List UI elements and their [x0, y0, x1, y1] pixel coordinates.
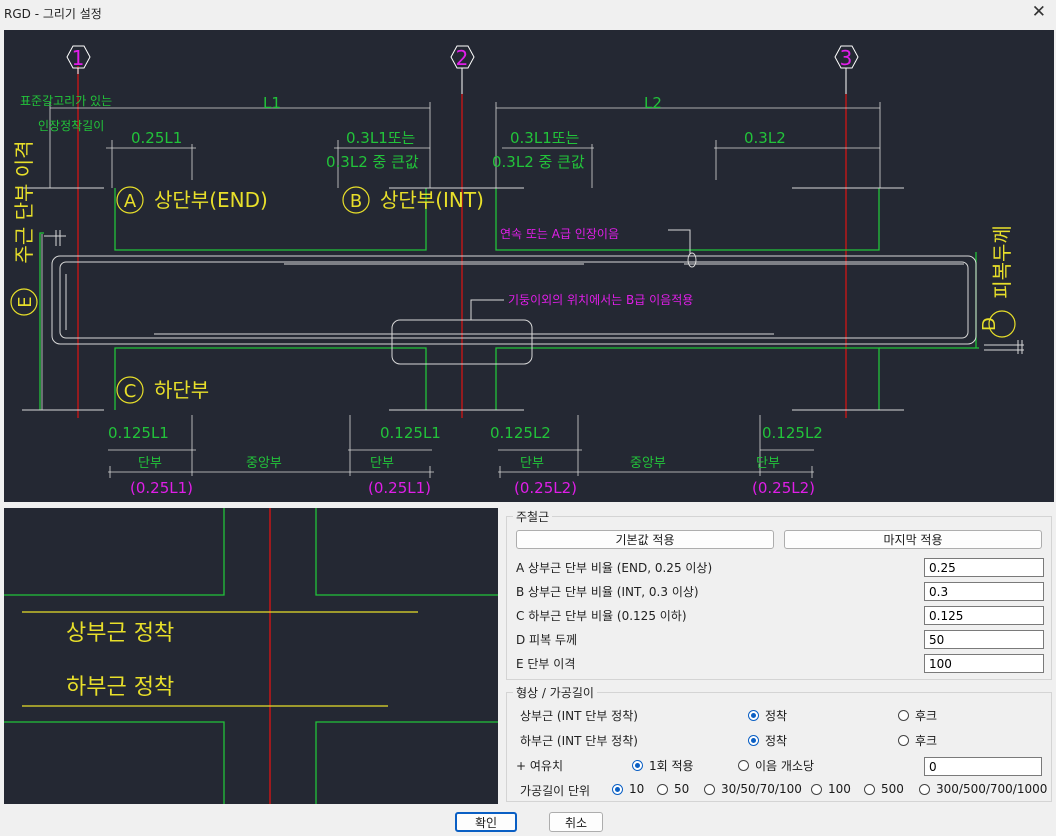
radio-selected-icon	[748, 710, 759, 721]
apply-default-button[interactable]: 기본값 적용	[516, 530, 774, 549]
radio-empty-icon	[657, 783, 668, 795]
radio-empty-icon	[704, 783, 715, 795]
top-anchor-label: 상부근 정착	[66, 621, 174, 646]
note-hook-1: 표준갈고리가 있는	[20, 94, 112, 108]
paren-dim-2: (0.25L1)	[368, 479, 431, 497]
radio-empty-icon	[738, 760, 749, 771]
offset-e-label: E 단부 이격	[516, 657, 576, 671]
label-e-letter: E	[15, 296, 36, 307]
top-bar-hook-radio[interactable]: 후크	[898, 707, 937, 724]
ratio-c-label: C 하부근 단부 비율 (0.125 이하)	[516, 609, 687, 623]
main-bar-legend: 주철근	[516, 510, 550, 524]
dim-bottom-1: 0.125L1	[108, 424, 169, 442]
label-c-letter: C	[124, 381, 137, 402]
radio-empty-icon	[811, 783, 822, 795]
dim-b2-line2: 0.3L2 중 큰값	[492, 153, 585, 171]
bottom-bar-anchor-radio[interactable]: 정착	[748, 732, 787, 749]
label-e: 주근 단부 이격	[12, 140, 36, 263]
settings-panel: 주철근 기본값 적용 마지막 적용 A 상부근 단부 비율 (END, 0.25…	[506, 508, 1052, 802]
note-hook-2: 인장정착길이	[38, 119, 104, 133]
radio-selected-icon	[632, 760, 643, 771]
shape-legend: 형상 / 가공길이	[516, 686, 594, 700]
allowance-once-radio[interactable]: 1회 적용	[632, 757, 694, 774]
radio-selected-icon	[612, 783, 623, 795]
radio-selected-icon	[748, 735, 759, 746]
radio-empty-icon	[919, 783, 930, 795]
allowance-label: + 여유치	[516, 759, 563, 773]
label-a: 상단부(END)	[154, 188, 268, 212]
bottom-anchor-label: 하부근 정착	[66, 675, 174, 700]
zone-end-2: 단부	[370, 456, 394, 471]
ratio-b-label: B 상부근 단부 비율 (INT, 0.3 이상)	[516, 585, 699, 599]
unit-500-radio[interactable]: 500	[864, 782, 904, 796]
top-bar-anchor-radio[interactable]: 정착	[748, 707, 787, 724]
ratio-c-input[interactable]	[924, 606, 1044, 625]
beam-diagram: 1 2 3 표준갈고리가 있는 인장정착길이 L1 L2 0.25L1 0.3L…	[4, 30, 1054, 502]
splice-note-2: 기둥이외의 위치에서는 B급 이음적용	[508, 293, 693, 307]
zone-center-2: 중앙부	[630, 456, 666, 471]
zone-end-1: 단부	[138, 456, 162, 471]
ratio-a-input[interactable]	[924, 558, 1044, 577]
close-icon[interactable]: ✕	[1032, 2, 1046, 22]
unit-30-50-70-100-radio[interactable]: 30/50/70/100	[704, 782, 802, 796]
splice-marker	[687, 252, 697, 268]
unit-50-radio[interactable]: 50	[657, 782, 689, 796]
dim-b1-line2: 0.3L2 중 큰값	[326, 153, 419, 171]
span-label-1: L1	[263, 94, 281, 112]
anchorage-diagram: 상부근 정착 하부근 정착	[4, 508, 498, 804]
window-title: RGD - 그리기 설정	[4, 7, 102, 21]
bottom-bar-hook-radio[interactable]: 후크	[898, 732, 937, 749]
grid-label-1: 1	[72, 46, 85, 70]
splice-note-1: 연속 또는 A급 인장이음	[500, 227, 619, 241]
unit-10-radio[interactable]: 10	[612, 782, 644, 796]
dim-bottom-2: 0.125L1	[380, 424, 441, 442]
radio-empty-icon	[898, 710, 909, 721]
dim-b1-line1: 0.3L1또는	[346, 129, 416, 147]
ratio-a-label: A 상부근 단부 비율 (END, 0.25 이상)	[516, 561, 713, 575]
paren-dim-1: (0.25L1)	[130, 479, 193, 497]
grid-label-3: 3	[840, 46, 853, 70]
dim-b2-line1: 0.3L1또는	[510, 129, 580, 147]
offset-e-input[interactable]	[924, 654, 1044, 673]
label-b: 상단부(INT)	[380, 188, 484, 212]
top-bar-label: 상부근 (INT 단부 정착)	[520, 709, 638, 723]
apply-last-button[interactable]: 마지막 적용	[784, 530, 1042, 549]
dim-03L2: 0.3L2	[744, 129, 786, 147]
label-d: 피복두께	[990, 225, 1014, 299]
label-c: 하단부	[154, 378, 209, 402]
unit-300-500-700-1000-radio[interactable]: 300/500/700/1000	[919, 782, 1047, 796]
ratio-b-input[interactable]	[924, 582, 1044, 601]
paren-dim-3: (0.25L2)	[514, 479, 577, 497]
bottom-column-right	[495, 347, 880, 410]
radio-empty-icon	[898, 735, 909, 746]
paren-dim-4: (0.25L2)	[752, 479, 815, 497]
allowance-input[interactable]	[924, 757, 1042, 776]
grid-label-2: 2	[456, 46, 469, 70]
cover-d-input[interactable]	[924, 630, 1044, 649]
zone-end-4: 단부	[756, 456, 780, 471]
dim-a: 0.25L1	[131, 129, 182, 147]
label-d-letter: D	[979, 317, 1000, 331]
radio-empty-icon	[864, 783, 875, 795]
dim-bottom-4: 0.125L2	[762, 424, 823, 442]
ok-button[interactable]: 확인	[455, 812, 517, 832]
label-b-letter: B	[350, 191, 362, 212]
zone-end-3: 단부	[520, 456, 544, 471]
unit-label: 가공길이 단위	[520, 784, 591, 798]
unit-100-radio[interactable]: 100	[811, 782, 851, 796]
cancel-button[interactable]: 취소	[549, 812, 603, 832]
allowance-per-splice-radio[interactable]: 이음 개소당	[738, 757, 814, 774]
zone-center-1: 중앙부	[246, 456, 282, 471]
dim-bottom-3: 0.125L2	[490, 424, 551, 442]
label-a-letter: A	[124, 191, 137, 212]
cover-d-label: D 피복 두께	[516, 633, 578, 647]
span-label-2: L2	[644, 94, 662, 112]
bottom-bar-label: 하부근 (INT 단부 정착)	[520, 734, 638, 748]
title-bar: RGD - 그리기 설정 ✕	[0, 0, 1056, 26]
